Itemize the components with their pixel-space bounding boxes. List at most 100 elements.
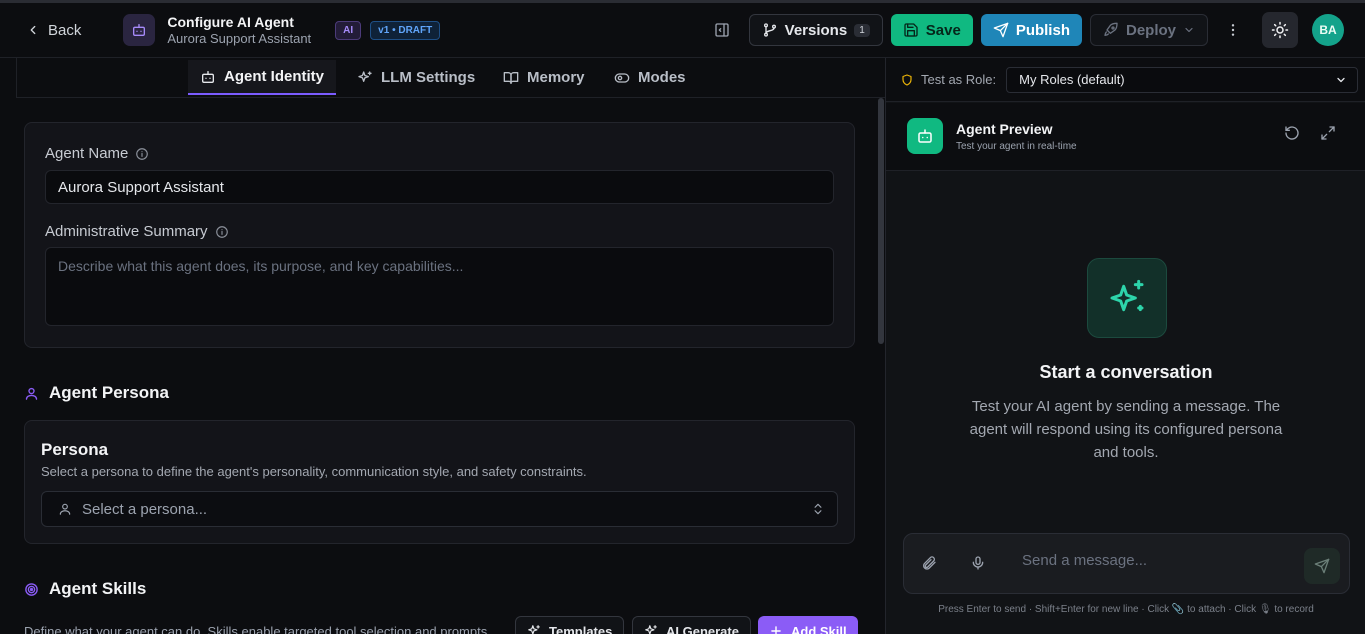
plus-icon (769, 624, 783, 634)
role-select-value: My Roles (default) (1019, 72, 1125, 87)
save-button[interactable]: Save (890, 14, 973, 46)
more-vertical-icon (1225, 22, 1241, 38)
bot-icon (907, 118, 943, 154)
send-icon (993, 22, 1009, 38)
back-label: Back (48, 21, 82, 39)
identity-card: Agent Name Administrative Summary (24, 122, 855, 348)
toggle-icon (614, 70, 630, 86)
chevron-down-icon (1183, 24, 1195, 36)
user-avatar[interactable]: BA (1312, 14, 1344, 46)
role-bar: Test as Role: My Roles (default) (886, 58, 1365, 102)
bot-icon (200, 69, 216, 85)
info-icon[interactable] (215, 225, 229, 239)
versions-button[interactable]: Versions 1 (748, 14, 883, 46)
sparkles-icon (1087, 258, 1167, 338)
persona-section-title: Agent Persona (49, 383, 169, 402)
git-branch-icon (762, 22, 778, 38)
message-input[interactable] (1022, 552, 1292, 569)
reset-icon[interactable] (1284, 125, 1300, 141)
add-skill-label: Add Skill (791, 623, 847, 634)
user-icon (24, 386, 39, 401)
composer-hint: Press Enter to send · Shift+Enter for ne… (938, 604, 1314, 615)
back-button[interactable]: Back (26, 22, 81, 39)
deploy-label: Deploy (1125, 21, 1176, 39)
agent-name-input[interactable] (45, 170, 834, 204)
sparkles-icon (527, 624, 541, 634)
expand-icon[interactable] (1320, 125, 1336, 141)
paperclip-icon[interactable] (921, 555, 937, 571)
templates-button[interactable]: Templates (515, 616, 625, 634)
agent-name-label-group: Agent Name (45, 145, 149, 162)
persona-select-placeholder: Select a persona... (82, 500, 208, 518)
book-icon (503, 70, 519, 86)
send-icon (1314, 558, 1330, 574)
sparkles-icon (357, 70, 373, 86)
save-label: Save (925, 21, 961, 39)
panel-toggle-icon (714, 22, 730, 38)
tab-label: Agent Identity (224, 68, 324, 85)
config-pane: Agent Identity LLM Settings Memory Modes… (0, 58, 885, 634)
persona-card-title: Persona (41, 440, 109, 459)
skills-section-title: Agent Skills (49, 579, 147, 598)
deploy-button[interactable]: Deploy (1089, 14, 1208, 46)
message-composer (903, 533, 1350, 594)
agent-name-label: Agent Name (45, 145, 129, 162)
scrollbar[interactable] (878, 98, 884, 344)
tab-label: Memory (527, 69, 585, 86)
publish-button[interactable]: Publish (980, 14, 1082, 46)
tab-memory[interactable]: Memory (503, 60, 585, 95)
mic-icon[interactable] (970, 555, 986, 571)
tab-agent-identity[interactable]: Agent Identity (188, 60, 336, 95)
persona-card-desc: Select a persona to define the agent's p… (41, 464, 587, 479)
tab-label: LLM Settings (381, 69, 476, 86)
sun-icon (1271, 21, 1289, 39)
preview-subtitle: Test your agent in real-time (956, 141, 1077, 152)
role-label: Test as Role: (921, 72, 997, 87)
bot-icon (123, 14, 156, 46)
ai-badge: AI (335, 20, 362, 40)
tab-llm-settings[interactable]: LLM Settings (357, 60, 475, 95)
page-title: Configure AI Agent (167, 14, 294, 30)
summary-label: Administrative Summary (45, 223, 208, 240)
add-skill-button[interactable]: Add Skill (758, 616, 858, 634)
publish-label: Publish (1015, 21, 1070, 39)
top-bar: Back Configure AI Agent Aurora Support A… (0, 0, 1365, 58)
preview-pane: Test as Role: My Roles (default) Agent P… (885, 58, 1365, 634)
toggle-panel-button[interactable] (707, 15, 737, 45)
sparkles-icon (644, 624, 658, 634)
more-menu-button[interactable] (1218, 15, 1248, 45)
skills-desc: Define what your agent can do. Skills en… (24, 624, 488, 634)
chevron-down-icon (1335, 74, 1347, 86)
preview-title: Agent Preview (956, 121, 1053, 137)
shield-icon (901, 73, 913, 86)
persona-section-header: Agent Persona (24, 383, 169, 403)
chevrons-up-down-icon (811, 502, 825, 516)
page-title-group: Configure AI Agent Aurora Support Assist… (167, 14, 311, 46)
persona-select[interactable]: Select a persona... (41, 491, 838, 527)
target-icon (24, 582, 39, 597)
templates-label: Templates (549, 623, 613, 634)
info-icon[interactable] (135, 147, 149, 161)
tab-label: Modes (638, 69, 686, 86)
versions-count: 1 (854, 23, 870, 37)
empty-state-desc: Test your AI agent by sending a message.… (969, 398, 1283, 461)
rocket-icon (1103, 22, 1119, 38)
tab-modes[interactable]: Modes (614, 60, 686, 95)
theme-toggle-button[interactable] (1262, 12, 1298, 48)
send-message-button[interactable] (1304, 548, 1340, 584)
summary-textarea[interactable] (45, 247, 834, 326)
skills-section-header: Agent Skills (24, 579, 146, 599)
ai-generate-label: AI Generate (666, 623, 739, 634)
versions-label: Versions (784, 21, 848, 39)
user-icon (58, 502, 72, 516)
persona-card: Persona Select a persona to define the a… (24, 420, 855, 544)
save-icon (903, 22, 919, 38)
version-badge: v1 • DRAFT (370, 20, 441, 40)
chevron-left-icon (26, 23, 40, 37)
summary-label-group: Administrative Summary (45, 223, 229, 240)
empty-state-title: Start a conversation (1039, 362, 1213, 382)
config-tabs: Agent Identity LLM Settings Memory Modes (16, 58, 885, 98)
ai-generate-button[interactable]: AI Generate (632, 616, 751, 634)
page-subtitle: Aurora Support Assistant (167, 31, 312, 46)
role-select[interactable]: My Roles (default) (1006, 66, 1359, 93)
